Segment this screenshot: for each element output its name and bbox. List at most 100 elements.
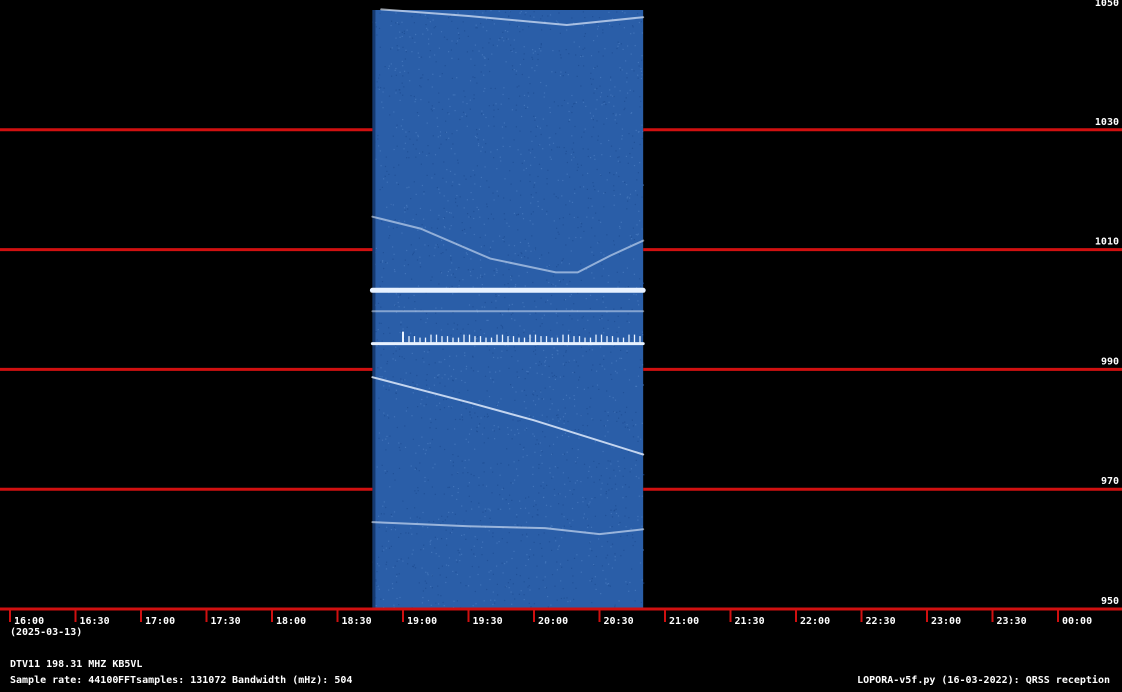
noise-speckle <box>523 306 525 308</box>
noise-speckle <box>487 58 489 60</box>
noise-speckle <box>401 380 403 382</box>
noise-speckle <box>625 507 627 509</box>
noise-speckle <box>504 11 507 13</box>
noise-speckle <box>591 272 593 274</box>
noise-speckle <box>633 258 635 260</box>
noise-speckle <box>529 367 531 369</box>
noise-speckle <box>466 125 468 127</box>
noise-speckle <box>423 544 425 546</box>
noise-speckle <box>492 471 494 473</box>
noise-speckle <box>613 174 615 176</box>
sample-rate-label: Sample rate: 44100 <box>10 675 119 686</box>
noise-speckle <box>484 64 486 66</box>
noise-speckle <box>399 355 401 357</box>
noise-speckle <box>467 213 469 215</box>
noise-speckle <box>487 366 490 368</box>
noise-speckle <box>379 46 381 48</box>
noise-speckle <box>603 102 605 105</box>
noise-speckle <box>583 131 585 133</box>
noise-speckle <box>588 506 590 508</box>
noise-speckle <box>399 596 401 599</box>
noise-speckle <box>607 281 609 283</box>
noise-speckle <box>582 430 585 432</box>
noise-speckle <box>541 15 543 17</box>
noise-speckle <box>638 131 640 133</box>
noise-speckle <box>600 76 602 79</box>
noise-speckle <box>486 345 488 347</box>
noise-speckle <box>618 156 620 158</box>
noise-speckle <box>464 30 466 32</box>
noise-speckle <box>523 581 525 583</box>
noise-speckle <box>554 585 556 587</box>
noise-speckle <box>508 532 510 534</box>
noise-speckle <box>490 522 492 524</box>
noise-speckle <box>403 30 405 32</box>
noise-speckle <box>455 198 457 200</box>
noise-speckle <box>559 281 561 283</box>
noise-speckle <box>627 45 629 47</box>
noise-speckle <box>617 315 619 317</box>
noise-speckle <box>511 318 513 320</box>
noise-speckle <box>473 98 475 100</box>
noise-speckle <box>618 600 620 602</box>
noise-speckle <box>448 511 450 513</box>
noise-speckle <box>628 517 630 519</box>
noise-speckle <box>574 102 576 104</box>
noise-speckle <box>459 184 461 186</box>
noise-speckle <box>496 190 498 192</box>
noise-speckle <box>396 182 398 184</box>
noise-speckle <box>486 206 488 208</box>
noise-speckle <box>438 555 440 557</box>
noise-speckle <box>560 71 562 73</box>
waterfall-edge <box>372 10 376 609</box>
noise-speckle <box>402 46 404 48</box>
noise-speckle <box>516 573 518 576</box>
noise-speckle <box>589 406 591 408</box>
noise-speckle <box>413 294 415 296</box>
noise-speckle <box>400 443 402 445</box>
noise-speckle <box>633 273 635 275</box>
noise-speckle <box>598 51 600 53</box>
noise-speckle <box>499 312 501 314</box>
noise-speckle <box>534 156 536 158</box>
noise-speckle <box>406 249 408 252</box>
noise-speckle <box>582 355 584 357</box>
noise-speckle <box>417 406 419 408</box>
noise-speckle <box>474 183 476 185</box>
noise-speckle <box>473 217 475 220</box>
noise-speckle <box>378 437 380 439</box>
noise-speckle <box>580 164 582 166</box>
noise-speckle <box>410 198 412 200</box>
noise-speckle <box>525 429 527 431</box>
noise-speckle <box>431 551 433 553</box>
noise-speckle <box>431 438 433 441</box>
noise-speckle <box>436 227 438 229</box>
noise-speckle <box>613 185 615 187</box>
noise-speckle <box>594 576 596 578</box>
noise-speckle <box>635 459 637 461</box>
noise-speckle <box>455 571 457 573</box>
noise-speckle <box>530 164 532 166</box>
noise-speckle <box>626 72 628 74</box>
noise-speckle <box>460 370 462 372</box>
noise-speckle <box>597 28 599 30</box>
noise-speckle <box>549 408 551 410</box>
noise-speckle <box>388 385 390 387</box>
noise-speckle <box>487 508 489 510</box>
noise-speckle <box>585 105 587 107</box>
noise-speckle <box>622 497 624 499</box>
noise-speckle <box>446 38 448 41</box>
noise-speckle <box>450 259 452 261</box>
noise-speckle <box>496 168 498 170</box>
noise-speckle <box>541 555 543 557</box>
noise-speckle <box>598 219 600 221</box>
noise-speckle <box>461 534 463 536</box>
noise-speckle <box>376 34 378 36</box>
noise-speckle <box>640 285 642 287</box>
noise-speckle <box>565 394 568 396</box>
noise-speckle <box>399 99 401 101</box>
noise-speckle <box>514 253 516 255</box>
noise-speckle <box>562 217 564 219</box>
noise-speckle <box>524 285 526 287</box>
noise-speckle <box>557 417 559 419</box>
